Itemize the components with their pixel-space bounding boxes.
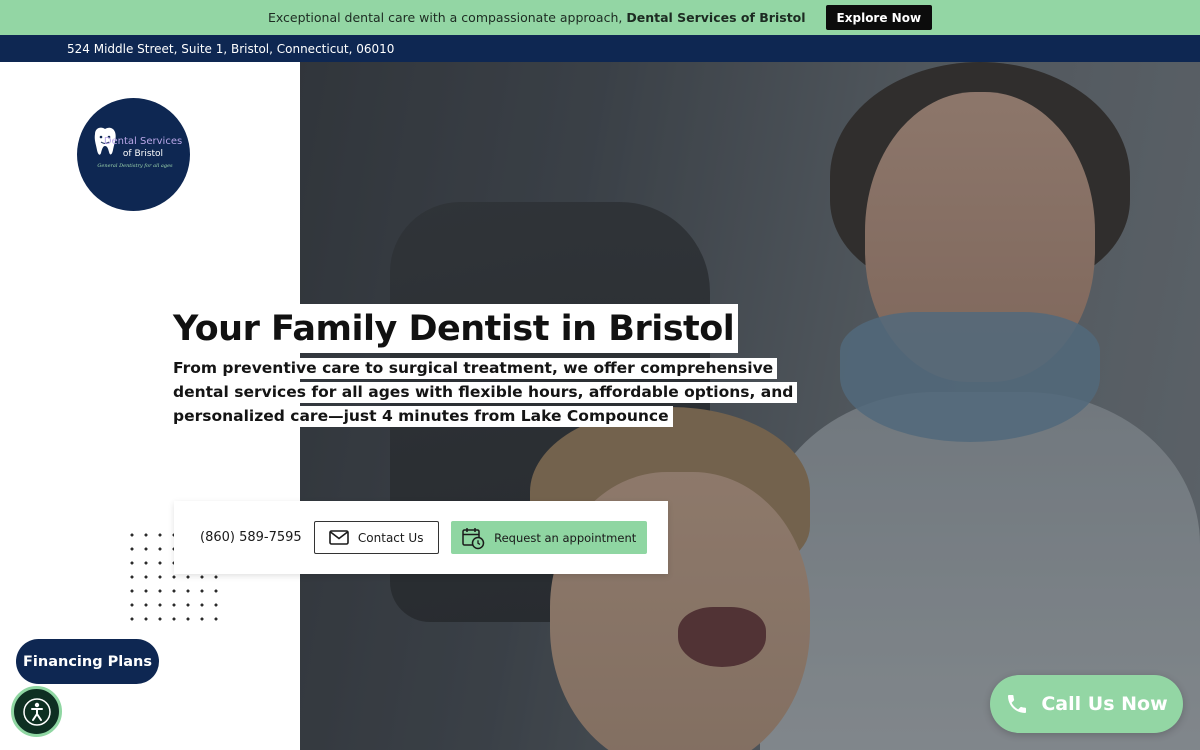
hero-subtitle-line-3: personalized care—just 4 minutes from La… [173,406,673,427]
request-appointment-button[interactable]: Request an appointment [450,521,647,554]
hero-subtitle-line-2: dental services for all ages with flexib… [173,382,798,403]
announcement-brand: Dental Services of Bristol [626,10,806,25]
announcement-message: Exceptional dental care with a compassio… [267,10,623,25]
financing-plans-label: Financing Plans [23,653,152,670]
mail-icon [329,530,349,545]
announcement-text: Exceptional dental care with a compassio… [268,10,806,25]
cta-card: (860) 589-7595 Contact Us Request an app… [174,501,668,574]
accessibility-button[interactable] [11,686,62,737]
phone-number-link[interactable]: (860) 589-7595 [200,530,302,545]
contact-us-label: Contact Us [357,530,424,545]
hero-headline-box: Your Family Dentist in Bristol [173,304,739,353]
contact-us-button[interactable]: Contact Us [313,521,439,554]
page-title: Your Family Dentist in Bristol [173,308,735,349]
hero-subtitle-text-3: personalized care—just 4 minutes from La… [173,407,669,425]
request-appointment-label: Request an appointment [494,530,637,545]
phone-icon [1008,695,1027,713]
address-text: 524 Middle Street, Suite 1, Bristol, Con… [67,41,395,56]
calendar-clock-icon [462,527,485,549]
address-bar: 524 Middle Street, Suite 1, Bristol, Con… [0,35,1200,62]
hero-subtitle-text-1: From preventive care to surgical treatme… [173,359,774,377]
hero-subtitle-line-1: From preventive care to surgical treatme… [173,358,778,379]
logo-tagline: General Dentistry for all ages [97,163,173,169]
logo-line1: Dental Services [104,136,182,147]
accessibility-icon [22,697,51,726]
logo-graphic: Dental Services of Bristol General Denti… [94,127,182,169]
site-logo[interactable]: Dental Services of Bristol General Denti… [77,98,190,211]
financing-plans-button[interactable]: Financing Plans [16,639,159,684]
call-us-now-label: Call Us Now [1041,693,1168,715]
call-us-now-button[interactable]: Call Us Now [990,675,1183,733]
explore-now-button[interactable]: Explore Now [825,5,933,30]
announcement-bar: Exceptional dental care with a compassio… [0,0,1200,35]
hero-subtitle-text-2: dental services for all ages with flexib… [173,383,794,401]
logo-line2: of Bristol [123,149,163,159]
